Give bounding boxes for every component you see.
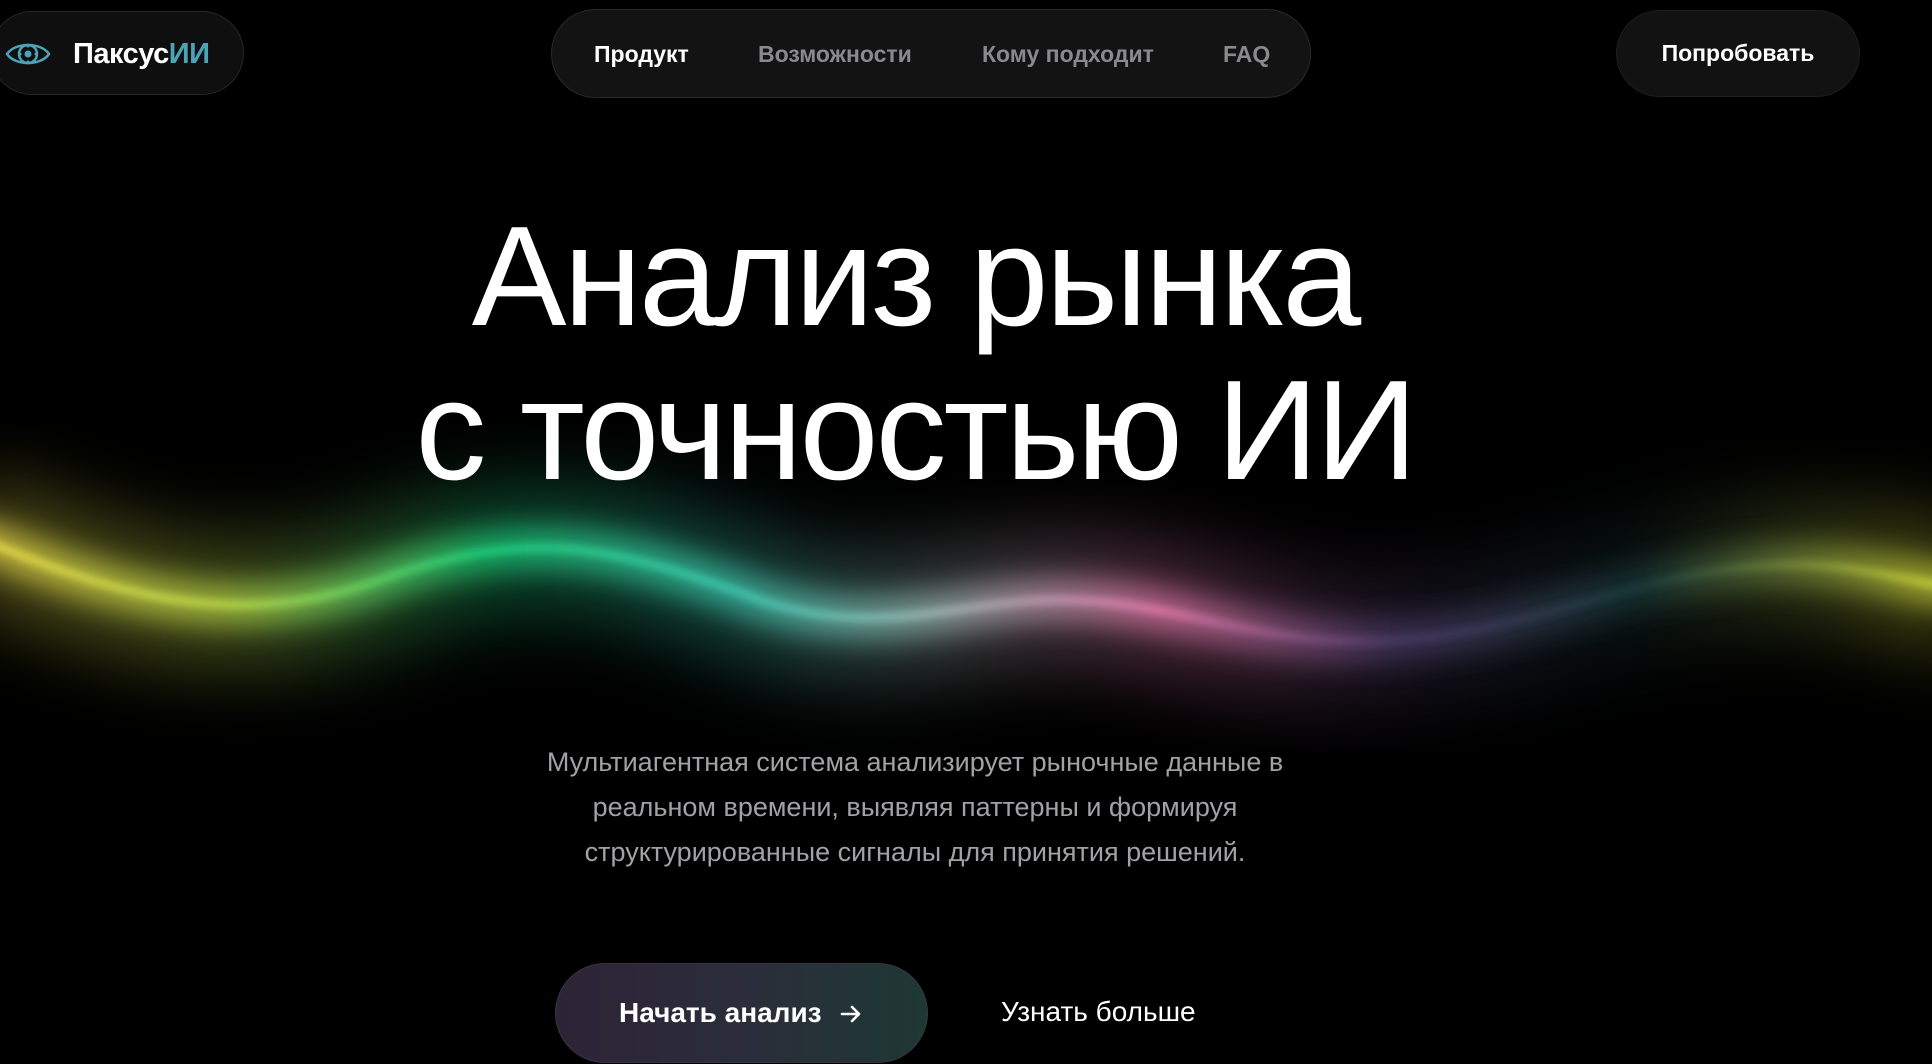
eye-icon xyxy=(5,43,51,65)
logo-wordmark: ПаксусИИ xyxy=(73,12,210,96)
hero-subtitle-line-2: реальном времени, выявляя паттерны и фор… xyxy=(592,792,1238,822)
start-analysis-label: Начать анализ xyxy=(619,997,822,1028)
try-button[interactable]: Попробовать xyxy=(1616,10,1860,97)
arrow-right-icon xyxy=(840,1005,861,1023)
logo-link[interactable]: ПаксусИИ xyxy=(0,11,244,95)
hero-title-line-2: с точностью ИИ xyxy=(415,351,1417,510)
hero-subtitle-line-3: структурированные сигналы для принятия р… xyxy=(584,837,1246,867)
hero-subtitle: Мультиагентная система анализирует рыноч… xyxy=(466,740,1364,875)
nav-item-features[interactable]: Возможности xyxy=(758,10,912,99)
glow-wave-decoration xyxy=(0,481,1932,702)
landing-page: ПаксусИИ Продукт Возможности Кому подход… xyxy=(0,0,1932,1064)
learn-more-button[interactable]: Узнать больше xyxy=(1001,963,1196,1063)
hero-title-line-1: Анализ рынка xyxy=(471,197,1362,356)
main-nav: Продукт Возможности Кому подходит FAQ xyxy=(551,9,1311,98)
nav-item-product[interactable]: Продукт xyxy=(594,10,689,99)
hero-title: Анализ рынка с точностью ИИ xyxy=(0,200,1830,508)
hero-subtitle-line-1: Мультиагентная система анализирует рыноч… xyxy=(546,747,1284,777)
logo-accent-text: ИИ xyxy=(168,38,210,70)
start-analysis-button[interactable]: Начать анализ xyxy=(555,963,928,1063)
logo-text: Паксус xyxy=(73,38,169,70)
nav-item-faq[interactable]: FAQ xyxy=(1223,10,1270,99)
nav-item-audience[interactable]: Кому подходит xyxy=(982,10,1154,99)
